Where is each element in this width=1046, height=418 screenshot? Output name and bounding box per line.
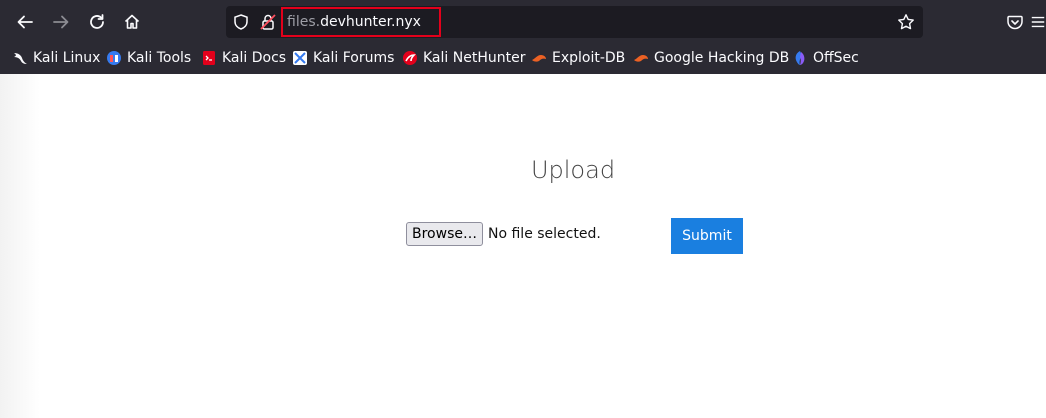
pocket-button[interactable] — [999, 6, 1031, 38]
google-hacking-db-icon — [634, 55, 648, 62]
kali-nethunter-icon — [403, 51, 417, 65]
home-icon — [124, 14, 140, 29]
bookmark-kali-forums[interactable]: Kali Forums — [292, 48, 394, 68]
bookmark-offsec[interactable]: OffSec — [792, 48, 859, 68]
bookmark-label: Exploit-DB — [552, 50, 626, 66]
page-title: Upload — [530, 156, 616, 184]
forward-button[interactable] — [45, 6, 77, 38]
bookmark-label: Google Hacking DB — [654, 50, 790, 66]
menu-button[interactable] — [1030, 6, 1046, 38]
bookmark-label: Kali Tools — [127, 50, 192, 66]
bookmark-label: Kali Docs — [222, 50, 287, 66]
url-text[interactable]: files.devhunter.nyx — [287, 13, 421, 31]
kali-docs-icon — [203, 51, 215, 65]
bookmark-exploit-db[interactable]: Exploit-DB — [531, 48, 625, 68]
url-subdomain: files. — [287, 14, 321, 30]
insecure-lock-icon[interactable] — [259, 13, 277, 31]
bookmark-label: Kali Linux — [33, 50, 101, 66]
bookmark-kali-nethunter[interactable]: Kali NetHunter — [402, 48, 525, 68]
back-button[interactable] — [9, 6, 41, 38]
browse-button[interactable]: Browse… — [406, 222, 483, 246]
bookmark-kali-tools[interactable]: Kali Tools — [106, 48, 191, 68]
page-content — [0, 74, 1046, 418]
star-icon[interactable] — [897, 13, 915, 31]
page-left-edge — [0, 74, 40, 418]
offsec-icon — [795, 51, 805, 65]
bookmark-kali-docs[interactable]: Kali Docs — [201, 48, 286, 68]
kali-dragon-icon — [14, 53, 27, 64]
back-arrow-icon — [17, 15, 33, 29]
url-domain: devhunter.nyx — [320, 14, 421, 30]
reload-button[interactable] — [81, 6, 113, 38]
browser-toolbar: files.devhunter.nyx Kali Linux Kali Tool… — [0, 0, 1046, 74]
navigation-bar: files.devhunter.nyx — [0, 0, 1046, 44]
pocket-icon — [1007, 15, 1023, 30]
file-status-text: No file selected. — [488, 226, 601, 242]
forward-arrow-icon — [53, 15, 69, 29]
shield-icon[interactable] — [232, 13, 250, 31]
exploit-db-icon — [532, 55, 546, 62]
menu-icon — [1031, 16, 1045, 28]
reload-icon — [90, 14, 104, 29]
kali-forums-icon — [293, 51, 307, 65]
bookmark-label: Kali Forums — [313, 50, 395, 66]
kali-tools-icon — [107, 51, 121, 65]
bookmark-google-hacking-db[interactable]: Google Hacking DB — [633, 48, 789, 68]
bookmark-kali-linux[interactable]: Kali Linux — [12, 48, 100, 68]
bookmark-label: OffSec — [813, 50, 859, 66]
submit-button[interactable]: Submit — [671, 218, 743, 254]
bookmark-label: Kali NetHunter — [423, 50, 526, 66]
home-button[interactable] — [116, 6, 148, 38]
